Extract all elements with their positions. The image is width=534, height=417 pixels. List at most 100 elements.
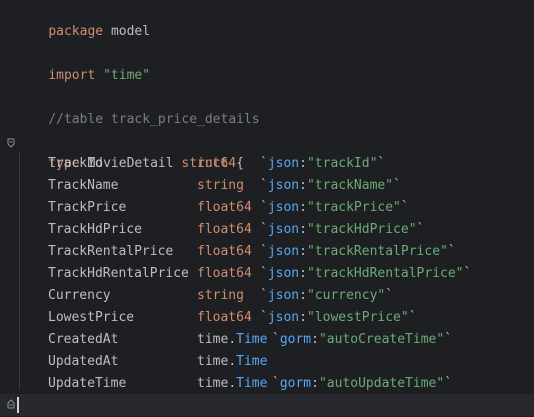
tag-key: json xyxy=(267,156,300,171)
current-line-highlight xyxy=(0,394,534,416)
struct-field-line[interactable]: TrackHdRentalPrice float64 `json:"trackHdR… xyxy=(0,263,534,285)
field-type-name: float64 xyxy=(197,222,252,237)
tag-backtick: ` xyxy=(272,376,280,391)
import-keyword: import xyxy=(48,68,96,83)
field-struct-tag: `gorm:"autoCreateTime"` xyxy=(272,329,452,351)
tag-key: json xyxy=(267,200,300,215)
field-name: UpdatedAt xyxy=(48,354,119,369)
tag-colon: : xyxy=(299,310,307,325)
tag-backtick: ` xyxy=(444,332,453,347)
tag-backtick: ` xyxy=(444,376,453,391)
field-name: TrackPrice xyxy=(48,200,127,215)
tag-backtick: ` xyxy=(260,266,268,281)
tag-backtick: ` xyxy=(447,244,456,259)
tag-colon: : xyxy=(299,244,307,259)
struct-field-line[interactable]: Currency string `json:"currency"` xyxy=(0,285,534,307)
struct-field-line[interactable]: CreatedAt time.Time `gorm:"autoCreateTime"… xyxy=(0,329,534,351)
type-dot: . xyxy=(228,376,237,391)
tag-backtick: ` xyxy=(377,156,386,171)
struct-field-line[interactable]: TrackRentalPrice float64 `json:"trackRenta… xyxy=(0,241,534,263)
tag-colon: : xyxy=(299,288,307,303)
tag-colon: : xyxy=(299,222,307,237)
field-type: int64 xyxy=(197,153,236,175)
field-type-name: float64 xyxy=(197,200,252,215)
field-struct-tag: `json:"trackName"` xyxy=(260,175,401,197)
field-type-name: Time xyxy=(236,354,268,369)
field-struct-tag: `json:"currency"` xyxy=(260,285,393,307)
tag-backtick: ` xyxy=(260,244,268,259)
tag-key: json xyxy=(267,266,300,281)
struct-field-line[interactable]: TrackId int64 `json:"trackId"` xyxy=(0,153,534,175)
fold-close-icon[interactable] xyxy=(6,394,16,416)
field-type: float64 xyxy=(197,263,252,285)
tag-value: "autoUpdateTime" xyxy=(318,376,445,391)
tag-backtick: ` xyxy=(260,178,268,193)
field-type: time.Time xyxy=(197,373,267,395)
tag-colon: : xyxy=(299,178,307,193)
tag-colon: : xyxy=(299,266,307,281)
tag-colon: : xyxy=(311,332,319,347)
code-line-type-decl[interactable]: type MovieDetail struct { xyxy=(17,131,244,171)
field-type-name: float64 xyxy=(197,310,252,325)
tag-colon: : xyxy=(299,200,307,215)
field-type-name: string xyxy=(197,178,244,193)
tag-value: "trackRentalPrice" xyxy=(306,244,448,259)
tag-key: json xyxy=(267,222,300,237)
field-type: float64 xyxy=(197,197,252,219)
type-dot: . xyxy=(228,354,237,369)
tag-key: json xyxy=(267,178,300,193)
tag-value: "lowestPrice" xyxy=(306,310,409,325)
field-type-name: string xyxy=(197,288,244,303)
tag-backtick: ` xyxy=(393,178,401,193)
field-struct-tag: `json:"trackRentalPrice"` xyxy=(260,241,456,263)
field-type-name: int64 xyxy=(197,156,237,171)
tag-backtick: ` xyxy=(260,310,268,325)
tag-key: gorm xyxy=(279,332,312,347)
field-struct-tag: `gorm:"autoUpdateTime"` xyxy=(272,373,452,395)
tag-key: json xyxy=(267,310,300,325)
field-struct-tag: `json:"trackPrice"` xyxy=(260,197,409,219)
field-struct-tag: `json:"trackId"` xyxy=(260,153,385,175)
field-struct-tag: `json:"trackHdRentalPrice"` xyxy=(260,263,471,285)
field-type: time.Time xyxy=(197,351,267,373)
field-type-name: float64 xyxy=(197,266,252,281)
code-line-close-brace[interactable]: } xyxy=(17,394,56,416)
field-name: Currency xyxy=(48,288,111,303)
fold-open-icon[interactable] xyxy=(6,131,16,153)
code-line-comment[interactable]: //table track_price_details xyxy=(17,87,259,127)
field-type-package: time xyxy=(197,354,229,369)
field-name: TrackRentalPrice xyxy=(48,244,174,259)
code-line-import[interactable]: import "time" xyxy=(17,43,150,83)
import-path: "time" xyxy=(103,68,151,83)
field-type-package: time xyxy=(197,332,229,347)
field-type-name: Time xyxy=(236,376,268,391)
tag-value: "trackId" xyxy=(306,156,378,171)
struct-field-line[interactable]: UpdateTime time.Time `gorm:"autoUpdateTime… xyxy=(0,373,534,395)
tag-backtick: ` xyxy=(260,288,268,303)
field-type: float64 xyxy=(197,307,252,329)
field-type-package: time xyxy=(197,376,229,391)
tag-backtick: ` xyxy=(400,200,409,215)
tag-value: "trackName" xyxy=(306,178,394,193)
struct-field-line[interactable]: TrackName string `json:"trackName"` xyxy=(0,175,534,197)
field-type: string xyxy=(197,285,244,307)
tag-backtick: ` xyxy=(260,156,268,171)
field-name: UpdateTime xyxy=(48,376,127,391)
tag-key: gorm xyxy=(279,376,312,391)
tag-key: json xyxy=(267,288,300,303)
tag-key: json xyxy=(267,244,300,259)
struct-field-line[interactable]: UpdatedAt time.Time xyxy=(0,351,534,373)
tag-value: "trackPrice" xyxy=(306,200,401,215)
code-editor[interactable]: package model import "time" //table trac… xyxy=(0,0,534,417)
field-name: LowestPrice xyxy=(48,310,135,325)
field-type: float64 xyxy=(197,241,252,263)
tag-value: "trackHdRentalPrice" xyxy=(306,266,464,281)
tag-backtick: ` xyxy=(416,222,425,237)
field-name: TrackId xyxy=(48,156,103,171)
tag-backtick: ` xyxy=(260,200,268,215)
struct-field-line[interactable]: LowestPrice float64 `json:"lowestPrice"` xyxy=(0,307,534,329)
struct-field-line[interactable]: TrackHdPrice float64 `json:"trackHdPrice"` xyxy=(0,219,534,241)
struct-field-line[interactable]: TrackPrice float64 `json:"trackPrice"` xyxy=(0,197,534,219)
tag-colon: : xyxy=(299,156,307,171)
code-line-package[interactable]: package model xyxy=(17,0,150,39)
